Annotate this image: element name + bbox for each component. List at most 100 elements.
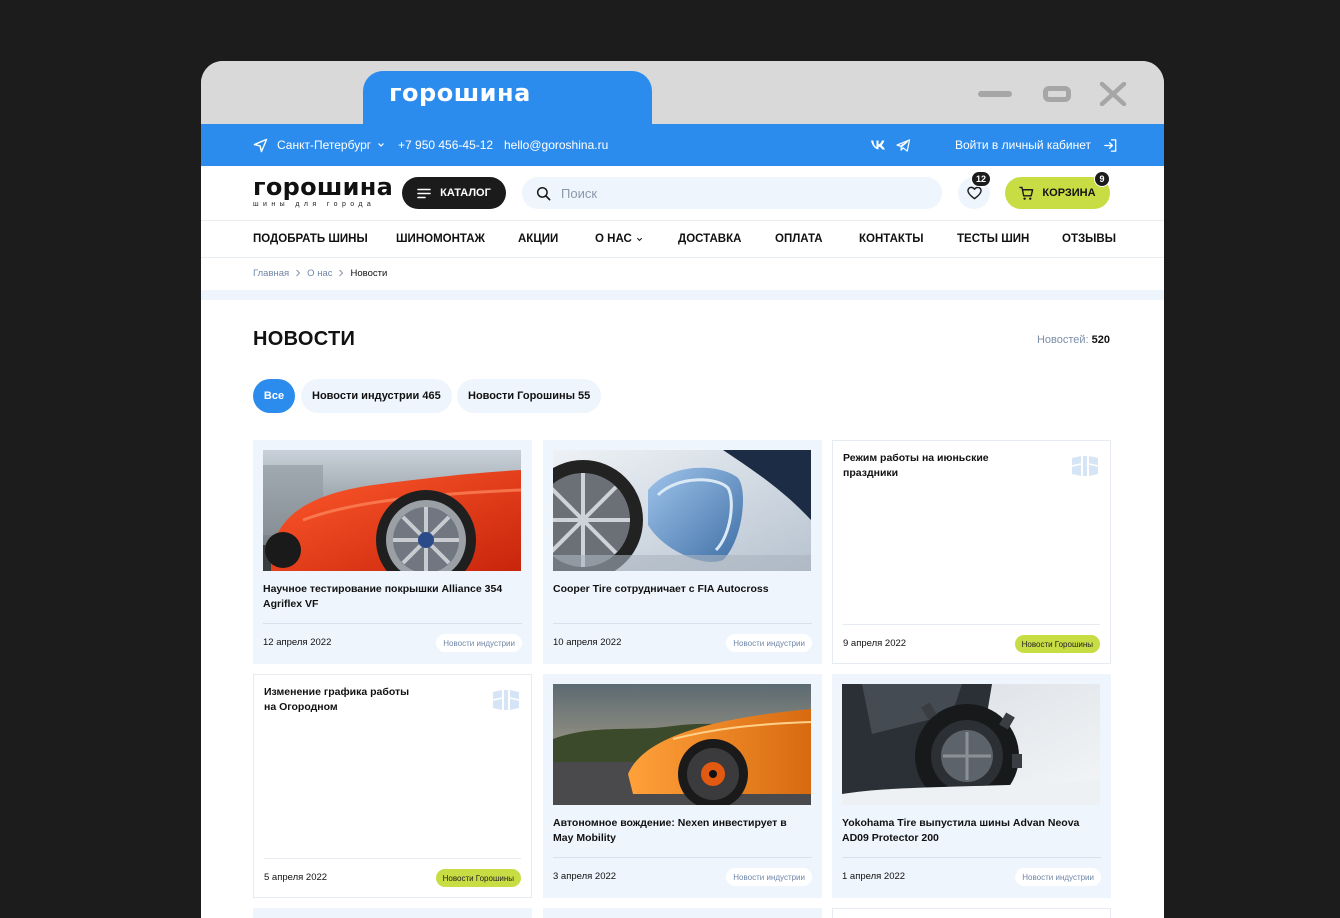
news-title[interactable]: Yokohama Tire выпустила шины Advan Neova… [842,816,1098,846]
news-card[interactable]: Cooper Tire сотрудничает с FIA Autocross… [543,440,822,664]
search-icon [536,186,551,200]
news-title[interactable]: Научное тестирование покрышки Alliance 3… [263,582,519,612]
news-card[interactable]: Автономное вождение: Nexen инвестирует в… [543,674,822,898]
news-card[interactable]: Yokohama Tire выпустила шины Advan Neova… [832,674,1111,898]
cart-button[interactable]: КОРЗИНА 9 [1005,171,1110,209]
nav-item-promotions[interactable]: АКЦИИ [518,221,558,257]
browser-tab[interactable]: горошина [363,71,652,125]
news-date: 9 апреля 2022 [843,638,907,649]
filter-goroshina-news[interactable]: Новости Горошины 55 [457,379,602,413]
nav-item-tire-fitting[interactable]: ШИНОМОНТАЖ [396,221,485,257]
news-tag[interactable]: Новости индустрии [436,634,522,652]
logo-wordmark: горошина [253,173,394,201]
chevron-down-icon [378,143,385,147]
news-date: 12 апреля 2022 [263,637,332,648]
news-card-partial[interactable] [832,908,1111,918]
brand-tread-icon [492,690,520,710]
filter-industry-news[interactable]: Новости индустрии 465 [301,379,452,413]
news-tag[interactable]: Новости индустрии [1015,868,1101,886]
breadcrumb-about[interactable]: О нас [307,268,332,279]
section-divider [201,290,1164,300]
news-date: 3 апреля 2022 [553,871,617,882]
telegram-icon[interactable] [896,124,911,166]
news-tag[interactable]: Новости Горошины [435,869,521,887]
maximize-icon[interactable] [1039,81,1075,107]
card-divider [842,857,1101,858]
location-arrow-icon [253,138,268,152]
search-box[interactable] [522,177,942,209]
nav-item-about[interactable]: О НАС [595,221,643,257]
email-link[interactable]: hello@goroshina.ru [504,124,608,166]
tab-logo: горошина [389,79,531,107]
card-divider [843,624,1100,625]
card-divider [264,858,521,859]
chevron-right-icon [339,269,344,277]
chevron-down-icon [636,237,642,241]
catalog-label: КАТАЛОГ [440,187,491,199]
white-car-mirror-photo [553,450,811,571]
news-count-label: Новостей: [1036,334,1089,346]
card-divider [553,623,812,624]
nav-item-pick-tires[interactable]: ПОДОБРАТЬ ШИНЫ [253,221,368,257]
news-title[interactable]: Изменение графика работы на Огородном [264,685,424,715]
news-card[interactable]: Изменение графика работы на Огородном 5 … [253,674,532,898]
news-tag[interactable]: Новости индустрии [726,868,812,886]
news-card-partial[interactable] [543,908,822,918]
news-title[interactable]: Cooper Tire сотрудничает с FIA Autocross [553,582,809,597]
breadcrumb: Главная О нас Новости [253,264,387,282]
phone-link[interactable]: +7 950 456-45-12 [398,124,493,166]
cart-icon [1019,186,1034,200]
minimize-icon[interactable] [977,81,1013,107]
vk-icon[interactable] [870,124,886,166]
card-divider [263,623,522,624]
window-chrome: горошина [201,61,1164,125]
menu-icon [417,188,431,198]
news-card-partial[interactable] [253,908,532,918]
browser-window: горошина Санкт-Петербург +7 950 456-45-1… [201,61,1164,918]
search-input[interactable] [561,185,921,201]
breadcrumb-current: Новости [350,267,388,279]
page-title: НОВОСТИ [253,328,356,350]
nav-item-contacts[interactable]: КОНТАКТЫ [859,221,923,257]
news-card[interactable]: Режим работы на июньские праздники 9 апр… [832,440,1111,664]
logo-tagline: шины для города [253,201,376,208]
orange-bmw-photo [263,450,521,571]
nav-item-delivery[interactable]: ДОСТАВКА [678,221,741,257]
favorites-count-badge: 12 [971,171,992,187]
cart-count-badge: 9 [1094,171,1110,187]
close-icon[interactable] [1095,81,1131,107]
nav-item-payment[interactable]: ОПЛАТА [775,221,823,257]
catalog-button[interactable]: КАТАЛОГ [402,177,506,209]
main-nav: ПОДОБРАТЬ ШИНЫ ШИНОМОНТАЖ АКЦИИ О НАС ДО… [201,220,1164,258]
filter-all[interactable]: Все [253,379,295,413]
login-link[interactable]: Войти в личный кабинет [955,124,1118,166]
news-date: 1 апреля 2022 [842,871,906,882]
top-bar: Санкт-Петербург +7 950 456-45-12 hello@g… [201,124,1164,166]
news-title[interactable]: Автономное вождение: Nexen инвестирует в… [553,816,809,846]
news-count: Новостей: 520 [1037,334,1110,346]
site-logo[interactable]: горошина шины для города [253,174,393,208]
news-card[interactable]: Научное тестирование покрышки Alliance 3… [253,440,532,664]
favorites-button[interactable]: 12 [958,171,992,209]
nav-item-tire-tests[interactable]: ТЕСТЫ ШИН [957,221,1029,257]
news-date: 5 апреля 2022 [264,872,328,883]
city-label: Санкт-Петербург [277,138,372,152]
news-tag[interactable]: Новости Горошины [1014,635,1100,653]
site-header: горошина шины для города КАТАЛОГ 12 КОРЗ… [201,166,1164,220]
card-divider [553,857,812,858]
chevron-right-icon [296,269,301,277]
brand-tread-icon [1071,456,1099,476]
login-label: Войти в личный кабинет [955,138,1092,152]
orange-lamborghini-photo [553,684,811,805]
heart-icon [966,186,982,200]
city-selector[interactable]: Санкт-Петербург [253,124,385,166]
login-icon [1104,138,1117,152]
news-title[interactable]: Режим работы на июньские праздники [843,451,1033,481]
breadcrumb-home[interactable]: Главная [253,268,289,279]
news-tag[interactable]: Новости индустрии [726,634,812,652]
cart-label: КОРЗИНА [1042,187,1096,199]
news-count-value: 520 [1091,334,1110,346]
nav-item-reviews[interactable]: ОТЗЫВЫ [1062,221,1116,257]
offroad-tire-snow-photo [842,684,1100,805]
news-date: 10 апреля 2022 [553,637,622,648]
